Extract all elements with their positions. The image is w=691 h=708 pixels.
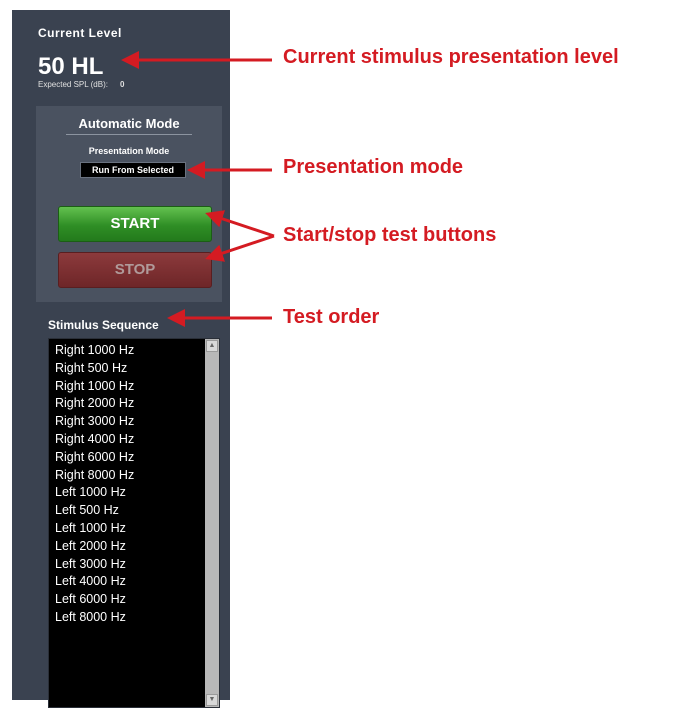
expected-spl-value: 0 <box>119 80 125 89</box>
stimulus-sequence-item[interactable]: Left 500 Hz <box>55 502 134 520</box>
automatic-mode-box: Automatic Mode Presentation Mode Run Fro… <box>36 106 222 302</box>
stop-button[interactable]: STOP <box>58 252 212 288</box>
stimulus-sequence-item[interactable]: Left 3000 Hz <box>55 556 134 574</box>
current-level-value: 50 HL <box>38 53 104 80</box>
stimulus-sequence-list[interactable]: Right 1000 Hz Right 500 Hz Right 1000 Hz Ri… <box>48 338 220 708</box>
stimulus-sequence-item[interactable]: Right 500 Hz <box>55 360 134 378</box>
annotation-presentation-mode: Presentation mode <box>283 156 464 178</box>
stimulus-sequence-item[interactable]: Right 2000 Hz <box>55 395 134 413</box>
presentation-mode-select[interactable]: Run From Selected <box>80 162 186 178</box>
stimulus-sequence-items: Right 1000 Hz Right 500 Hz Right 1000 Hz Ri… <box>55 342 134 627</box>
stimulus-sequence-item[interactable]: Left 1000 Hz <box>55 520 134 538</box>
automatic-mode-divider <box>66 134 192 135</box>
stimulus-sequence-item[interactable]: Right 1000 Hz <box>55 342 134 360</box>
annotation-current-level: Current stimulus presentation level <box>283 46 619 68</box>
expected-spl: Expected SPL (dB): 0 <box>38 80 124 89</box>
scroll-down-arrow-icon[interactable]: ▼ <box>206 694 218 706</box>
annotation-start-stop: Start/stop test buttons <box>283 224 497 246</box>
stimulus-sequence-item[interactable]: Right 6000 Hz <box>55 449 134 467</box>
expected-spl-label: Expected SPL (dB): <box>38 80 108 89</box>
scrollbar[interactable]: ▲ ▼ <box>205 339 219 707</box>
stimulus-sequence-item[interactable]: Left 2000 Hz <box>55 538 134 556</box>
stimulus-sequence-item[interactable]: Left 4000 Hz <box>55 573 134 591</box>
stimulus-sequence-item[interactable]: Right 1000 Hz <box>55 378 134 396</box>
current-level-label: Current Level <box>38 26 122 40</box>
stimulus-sequence-item[interactable]: Right 8000 Hz <box>55 467 134 485</box>
stimulus-sequence-item[interactable]: Left 1000 Hz <box>55 484 134 502</box>
annotation-test-order: Test order <box>283 306 380 328</box>
stimulus-sequence-item[interactable]: Right 3000 Hz <box>55 413 134 431</box>
start-button[interactable]: START <box>58 206 212 242</box>
stimulus-sequence-item[interactable]: Right 4000 Hz <box>55 431 134 449</box>
stimulus-sequence-label: Stimulus Sequence <box>48 318 159 332</box>
control-panel: Current Level 50 HL Expected SPL (dB): 0 … <box>12 10 230 708</box>
stimulus-sequence-item[interactable]: Left 8000 Hz <box>55 609 134 627</box>
presentation-mode-label: Presentation Mode <box>88 146 170 156</box>
scroll-up-arrow-icon[interactable]: ▲ <box>206 340 218 352</box>
automatic-mode-title: Automatic Mode <box>78 116 180 131</box>
stimulus-sequence-item[interactable]: Left 6000 Hz <box>55 591 134 609</box>
